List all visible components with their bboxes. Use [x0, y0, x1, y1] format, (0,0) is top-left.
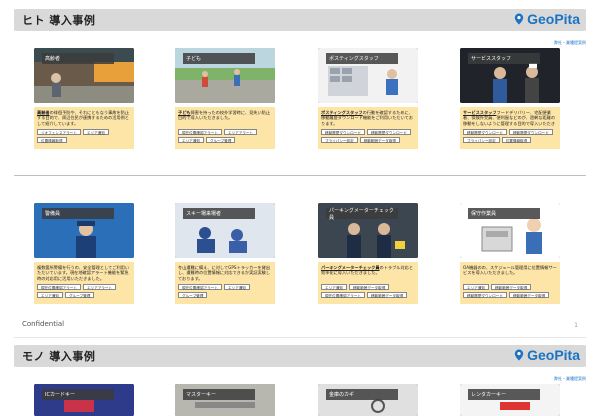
case-photo: レンタカーキー	[460, 384, 560, 416]
geopita-logo: GeoPita	[514, 11, 580, 27]
feature-tag: エリア通知	[321, 284, 347, 290]
case-tag: スキー場来場者	[183, 208, 255, 219]
case-photo: 高齢者	[34, 48, 134, 103]
case-card: スキー場来場者 冬山遭難に備え、に対してGPSトラッカーを貸出し、遭難時の位置情…	[175, 203, 275, 304]
case-photo: 金庫のカギ	[318, 384, 418, 416]
case-tag: 保守作業員	[468, 208, 540, 219]
case-description: サービススタッフフードデリバリー、宅配便業者、保険外交員、便利屋などのが、過剰な…	[460, 107, 560, 149]
case-card: ポスティングスタッフ ポスティングスタッフの行動を確認するために、移動履歴ダウン…	[318, 48, 418, 149]
case-card: 金庫のカギ	[318, 384, 418, 416]
feature-tag: 位置情報取得	[501, 137, 532, 143]
case-tag: ポスティングスタッフ	[326, 53, 398, 64]
feature-tag: 現在位置確認アラート	[321, 292, 365, 298]
case-tag: 金庫のカギ	[326, 389, 398, 400]
feature-tag: 移動履歴ダウンロード	[463, 292, 507, 298]
slide2-header: モノ 導入事例 GeoPita	[14, 345, 586, 367]
case-card: 高齢者 高齢者の徘徊予防や、それにともなう事故を防止する目的で、周辺住民が連携す…	[34, 48, 134, 149]
case-tag: マスターキー	[183, 389, 255, 400]
case-description: 子ども障害を持ったの校外学習時に、見失い防止目的で導入いただきました。 現在位置…	[175, 107, 275, 149]
feature-tag: グループ管理	[178, 292, 208, 298]
page-number: 1	[574, 322, 578, 329]
location-pin-icon	[514, 349, 524, 361]
feature-tag: 移動範囲データ取得	[348, 284, 390, 290]
feature-tag: 現在位置確認アラート	[37, 284, 81, 290]
case-description: OA機器のの、スケジュール管理用に位置情報サービスを導入いただきました。 エリア…	[460, 262, 560, 304]
feature-tag: 移動範囲データ取得	[366, 292, 408, 298]
case-card: 子ども 子ども障害を持ったの校外学習時に、見失い防止目的で導入いただきました。 …	[175, 48, 275, 149]
case-tag: パーキングメーターチェック員	[326, 208, 398, 221]
case-photo: 警備員	[34, 203, 134, 258]
case-photo: スキー場来場者	[175, 203, 275, 258]
feature-tag: エリア通知	[463, 284, 489, 290]
case-card: レンタカーキー	[460, 384, 560, 416]
case-card: 保守作業員 OA機器のの、スケジュール管理用に位置情報サービスを導入いただきまし…	[460, 203, 560, 304]
case-tag: 警備員	[42, 208, 114, 219]
case-description: ポスティングスタッフの行動を確認するために、移動履歴ダウンロード機能をご利用いた…	[318, 107, 418, 149]
case-photo: サービススタッフ	[460, 48, 560, 103]
feature-tag: エリア通知	[223, 284, 250, 290]
feature-tag: 移動履歴ダウンロード	[463, 129, 507, 135]
logo-text: GeoPita	[527, 11, 580, 27]
feature-tag: 移動範囲データ取得	[359, 137, 401, 143]
feature-tag: 現在位置確認アラート	[178, 129, 222, 135]
slide1-header: ヒト 導入事例 GeoPita	[14, 9, 586, 31]
case-card: 警備員 複数箇所警備を行うの、安全管理としてご利用いただいています。現在地確認ア…	[34, 203, 134, 304]
row-divider	[14, 175, 586, 176]
case-card: パーキングメーターチェック員 パーキングメーターチェック員のトラブル対応と効率化…	[318, 203, 418, 304]
case-description: パーキングメーターチェック員のトラブル対応と効率化に導入いただきました。 エリア…	[318, 262, 418, 304]
case-photo: ポスティングスタッフ	[318, 48, 418, 103]
case-card: ICカードキー	[34, 384, 134, 416]
feature-tag: エリアアラート	[223, 129, 258, 135]
feature-tag: 移動履歴ダウンロード	[508, 129, 553, 135]
feature-tag: エリア通知	[82, 129, 109, 135]
slide-divider	[14, 337, 586, 338]
case-tag: 子ども	[183, 53, 255, 64]
case-description: 冬山遭難に備え、に対してGPSトラッカーを貸出し、遭難時の位置情報に対応できるか…	[175, 262, 275, 304]
slide1-title: ヒト 導入事例	[22, 14, 96, 27]
feature-tag: プライバシー設定	[463, 137, 500, 143]
feature-tag: 位置情報取得	[37, 137, 67, 143]
feature-tag: グループ管理	[64, 292, 95, 298]
case-card: サービススタッフ サービススタッフフードデリバリー、宅配便業者、保険外交員、便利…	[460, 48, 560, 149]
logo-text: GeoPita	[527, 347, 580, 363]
feature-tag: ジオフェンスアラート	[37, 129, 81, 135]
case-photo: マスターキー	[175, 384, 275, 416]
case-tag: サービススタッフ	[468, 53, 540, 64]
feature-tag: 移動範囲データ取得	[508, 292, 550, 298]
slide2-note: 弊社・業種提案例	[554, 376, 586, 381]
case-photo: 子ども	[175, 48, 275, 103]
feature-tag: プライバシー設定	[321, 137, 358, 143]
feature-tag: 移動履歴ダウンロード	[366, 129, 411, 135]
case-tag: レンタカーキー	[468, 389, 540, 400]
confidential-label: Confidential	[22, 320, 65, 328]
feature-tag: 移動範囲データ取得	[490, 284, 532, 290]
case-card: マスターキー	[175, 384, 275, 416]
case-tag: 高齢者	[42, 53, 114, 64]
case-photo: 保守作業員	[460, 203, 560, 258]
case-description: 複数箇所警備を行うの、安全管理としてご利用いただいています。現在地確認アラート機…	[34, 262, 134, 304]
case-photo: ICカードキー	[34, 384, 134, 416]
case-description: 高齢者の徘徊予防や、それにともなう事故を防止する目的で、周辺住民が連携するための…	[34, 107, 134, 149]
slide2-title: モノ 導入事例	[22, 350, 96, 363]
feature-tag: エリアアラート	[82, 284, 117, 290]
feature-tag: 移動履歴ダウンロード	[321, 129, 365, 135]
case-tag: ICカードキー	[42, 389, 114, 400]
feature-tag: エリア通知	[178, 137, 204, 143]
location-pin-icon	[514, 13, 524, 25]
geopita-logo: GeoPita	[514, 347, 580, 363]
slide1-note: 弊社・業種提案例	[554, 40, 586, 45]
feature-tag: 現在位置確認アラート	[178, 284, 222, 290]
feature-tag: エリア通知	[37, 292, 63, 298]
feature-tag: グループ管理	[205, 137, 236, 143]
case-photo: パーキングメーターチェック員	[318, 203, 418, 258]
